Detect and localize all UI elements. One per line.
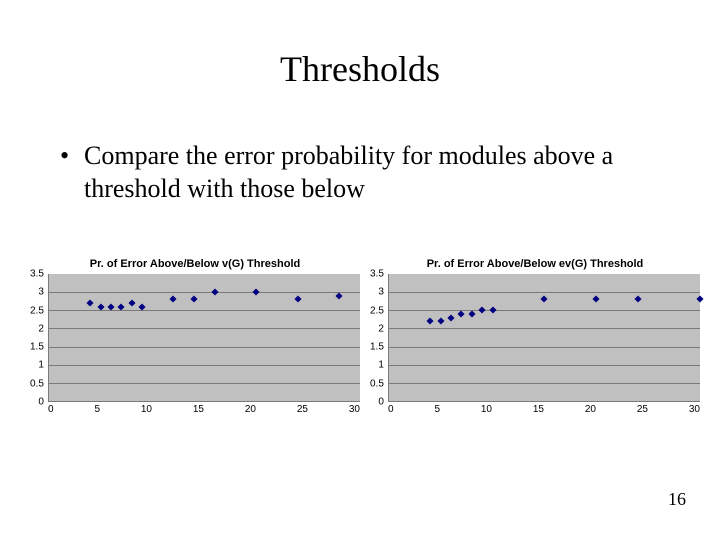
x-tick-label: 5	[434, 404, 440, 415]
x-tick-label: 10	[141, 404, 152, 415]
gridline	[49, 310, 360, 311]
chart-evg: Pr. of Error Above/Below ev(G) Threshold…	[370, 258, 700, 415]
data-point	[634, 296, 641, 303]
slide: Thresholds • Compare the error probabili…	[0, 0, 720, 540]
gridline	[389, 365, 700, 366]
bullet-dot: •	[60, 140, 84, 205]
data-point	[118, 303, 125, 310]
data-point	[336, 292, 343, 299]
charts-row: Pr. of Error Above/Below v(G) Threshold …	[30, 258, 700, 415]
gridline	[49, 383, 360, 384]
data-point	[593, 296, 600, 303]
x-tick-label: 25	[637, 404, 648, 415]
x-tick-label: 20	[585, 404, 596, 415]
data-point	[437, 318, 444, 325]
y-axis-ticks: 3.532.521.510.50	[370, 274, 388, 402]
plot-area	[48, 274, 360, 402]
x-tick-label: 20	[245, 404, 256, 415]
gridline	[389, 383, 700, 384]
gridline	[49, 365, 360, 366]
chart-title: Pr. of Error Above/Below v(G) Threshold	[30, 258, 360, 270]
data-point	[108, 303, 115, 310]
x-axis-ticks: 0 5 10 15 20 25 30	[388, 404, 700, 415]
x-tick-label: 25	[297, 404, 308, 415]
gridline	[49, 328, 360, 329]
chart-vg: Pr. of Error Above/Below v(G) Threshold …	[30, 258, 360, 415]
gridline	[389, 347, 700, 348]
x-tick-label: 30	[689, 404, 700, 415]
data-point	[458, 310, 465, 317]
bullet-text: Compare the error probability for module…	[84, 140, 660, 205]
data-point	[139, 303, 146, 310]
x-ticks-row: 0 5 10 15 20 25 30	[30, 402, 360, 415]
gridline	[389, 328, 700, 329]
x-tick-label: 15	[533, 404, 544, 415]
data-point	[191, 296, 198, 303]
x-tick-label: 5	[94, 404, 100, 415]
x-tick-label: 15	[193, 404, 204, 415]
x-tick-label: 0	[48, 404, 54, 415]
bullet-item: • Compare the error probability for modu…	[60, 140, 660, 205]
data-point	[87, 299, 94, 306]
plot-area	[388, 274, 700, 402]
x-axis-ticks: 0 5 10 15 20 25 30	[48, 404, 360, 415]
data-point	[541, 296, 548, 303]
plot-wrap: 3.532.521.510.50	[30, 274, 360, 402]
data-point	[128, 299, 135, 306]
data-point	[468, 310, 475, 317]
gridline	[49, 292, 360, 293]
page-title: Thresholds	[0, 48, 720, 90]
chart-title: Pr. of Error Above/Below ev(G) Threshold	[370, 258, 700, 270]
plot-wrap: 3.532.521.510.50	[370, 274, 700, 402]
x-tick-label: 10	[481, 404, 492, 415]
data-point	[170, 296, 177, 303]
gridline	[49, 347, 360, 348]
page-number: 16	[668, 489, 686, 510]
x-ticks-row: 0 5 10 15 20 25 30	[370, 402, 700, 415]
data-point	[448, 314, 455, 321]
gridline	[389, 292, 700, 293]
data-point	[696, 296, 703, 303]
gridline	[389, 310, 700, 311]
body-text: • Compare the error probability for modu…	[60, 140, 660, 205]
x-tick-label: 30	[349, 404, 360, 415]
data-point	[427, 318, 434, 325]
x-tick-label: 0	[388, 404, 394, 415]
data-point	[97, 303, 104, 310]
data-point	[294, 296, 301, 303]
y-axis-ticks: 3.532.521.510.50	[30, 274, 48, 402]
